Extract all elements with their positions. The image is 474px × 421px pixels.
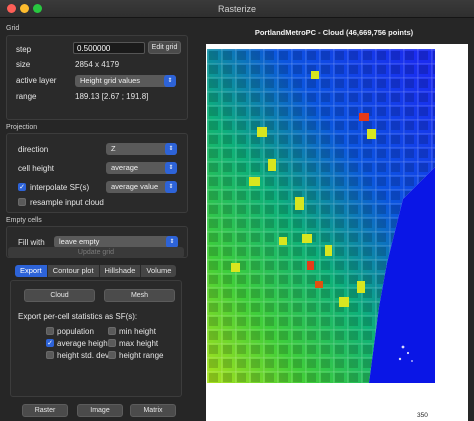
active-layer-select[interactable]: Height grid values ⇕ (75, 75, 176, 87)
height-range-label: height range (119, 351, 164, 360)
size-label: size (16, 60, 31, 69)
height-std-dev-checkbox[interactable] (46, 351, 54, 359)
interpolate-label: interpolate SF(s) (30, 183, 90, 192)
grid-group: step 0.500000 Edit grid size 2854 x 4179… (6, 35, 188, 120)
export-raster-button[interactable]: Raster (22, 404, 68, 417)
interpolate-select[interactable]: average value ⇕ (106, 181, 177, 193)
step-input[interactable]: 0.500000 (73, 42, 145, 54)
grid-group-title: Grid (6, 25, 20, 32)
height-raster-image (207, 49, 435, 383)
peak-building-marker (359, 113, 369, 121)
average-height-checkbox[interactable]: ✓ (46, 339, 54, 347)
projection-group: direction Z ⇕ cell height average ⇕ ✓ in… (6, 133, 188, 213)
active-layer-value: Height grid values (80, 76, 141, 85)
rasterize-window: Rasterize Grid step 0.500000 Edit grid s… (0, 0, 474, 421)
title-bar: Rasterize (0, 0, 474, 18)
tab-volume[interactable]: Volume (141, 265, 177, 277)
min-height-label: min height (119, 327, 156, 336)
population-label: population (57, 327, 94, 336)
size-value: 2854 x 4179 (75, 60, 120, 69)
min-height-checkbox[interactable] (108, 327, 116, 335)
tab-hillshade[interactable]: Hillshade (99, 265, 142, 277)
cell-height-value: average (111, 163, 139, 172)
max-height-label: max height (119, 339, 159, 348)
fill-with-value: leave empty (59, 237, 100, 246)
interpolate-checkbox[interactable]: ✓ (18, 183, 26, 191)
max-height-checkbox[interactable] (108, 339, 116, 347)
projection-group-title: Projection (6, 124, 38, 131)
step-label: step (16, 45, 32, 54)
active-layer-label: active layer (16, 76, 57, 85)
average-height-label: average height (57, 339, 110, 348)
export-mesh-button[interactable]: Mesh (104, 289, 175, 302)
range-label: range (16, 92, 37, 101)
chevron-updown-icon: ⇕ (164, 75, 176, 87)
range-value: 189.13 [2.67 ; 191.8] (75, 92, 149, 101)
update-grid-button[interactable]: Update grid (8, 247, 184, 258)
fill-with-label: Fill with (18, 238, 45, 247)
resample-checkbox[interactable] (18, 198, 26, 206)
export-image-button[interactable]: Image (77, 404, 123, 417)
interpolate-value: average value (111, 182, 159, 191)
export-tab-pane: Cloud Mesh Export per-cell statistics as… (10, 280, 182, 397)
tab-bar: Export Contour plot Hillshade Volume (15, 265, 177, 277)
cell-height-label: cell height (18, 164, 55, 173)
population-checkbox[interactable] (46, 327, 54, 335)
tab-export[interactable]: Export (15, 265, 48, 277)
preview-title: PortlandMetroPC - Cloud (46,669,756 poin… (254, 28, 414, 37)
cell-height-select[interactable]: average ⇕ (106, 162, 177, 174)
direction-label: direction (18, 145, 49, 154)
height-range-checkbox[interactable] (108, 351, 116, 359)
direction-select[interactable]: Z ⇕ (106, 143, 177, 155)
edit-grid-button[interactable]: Edit grid (148, 41, 181, 54)
per-cell-stats-title: Export per-cell statistics as SF(s): (18, 312, 138, 321)
empty-cells-group-title: Empty cells (6, 217, 42, 224)
scale-value: 350 (417, 412, 428, 419)
chevron-updown-icon: ⇕ (165, 143, 177, 155)
direction-value: Z (111, 144, 116, 153)
export-matrix-button[interactable]: Matrix (130, 404, 176, 417)
tab-contour-plot[interactable]: Contour plot (47, 265, 100, 277)
height-std-dev-label: height std. dev. (57, 351, 111, 360)
window-title: Rasterize (217, 4, 256, 14)
resample-label: resample input cloud (30, 198, 104, 207)
chevron-updown-icon: ⇕ (165, 181, 177, 193)
chevron-updown-icon: ⇕ (165, 162, 177, 174)
export-cloud-button[interactable]: Cloud (24, 289, 95, 302)
